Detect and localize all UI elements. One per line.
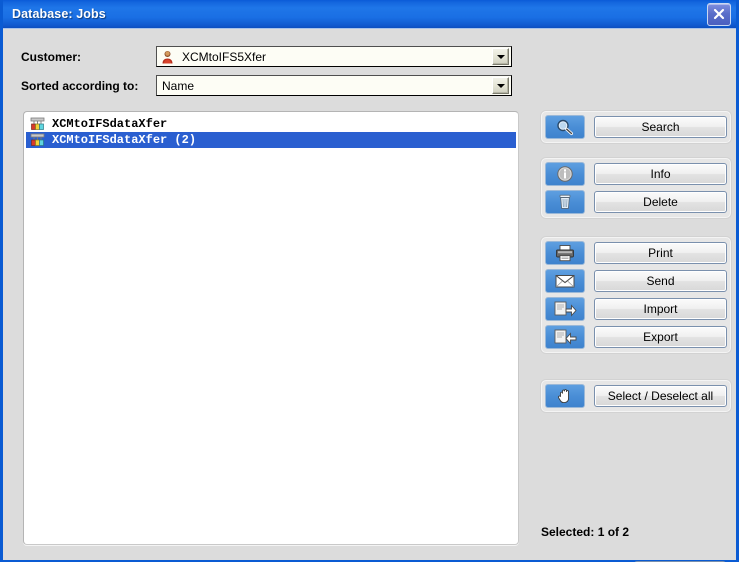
send-button[interactable]: Send <box>594 270 727 292</box>
title-bar: Database: Jobs <box>3 0 736 28</box>
customer-chevron-down-icon[interactable] <box>492 48 509 65</box>
close-glyph <box>713 8 725 20</box>
list-item-label: XCMtoIFSdataXfer <box>52 117 168 131</box>
job-icon <box>30 117 45 130</box>
sort-combobox[interactable]: Name <box>156 75 512 96</box>
export-row: Export <box>545 325 727 349</box>
list-item-label: XCMtoIFSdataXfer (2) <box>52 133 197 147</box>
transfer-group: Print Send Import Export <box>541 237 731 353</box>
jobs-listbox[interactable]: XCMtoIFSdataXfer XCMtoIFSdataXfer (2) <box>23 111 519 545</box>
sorted-label: Sorted according to: <box>21 79 139 93</box>
search-group: Search <box>541 111 731 143</box>
trash-icon[interactable] <box>545 190 585 214</box>
dialog-body: Customer: XCMtoIFS5Xfer Sorted according… <box>3 28 736 562</box>
info-row: Info <box>545 162 727 186</box>
sort-value: Name <box>162 78 195 93</box>
printer-glyph <box>556 245 574 262</box>
customer-label: Customer: <box>21 50 82 64</box>
sorted-row: Sorted according to: <box>21 75 138 97</box>
list-item[interactable]: XCMtoIFSdataXfer (2) <box>26 132 516 148</box>
list-item[interactable]: XCMtoIFSdataXfer <box>26 116 516 132</box>
select-all-row: Select / Deselect all <box>545 384 727 408</box>
job-icon <box>30 133 45 146</box>
envelope-icon[interactable] <box>545 269 585 293</box>
selection-status: Selected: 1 of 2 <box>541 525 630 539</box>
import-row: Import <box>545 297 727 321</box>
info-button[interactable]: Info <box>594 163 727 185</box>
magnifier-icon[interactable] <box>545 115 585 139</box>
chevron-down-glyph <box>496 83 505 88</box>
print-button[interactable]: Print <box>594 242 727 264</box>
import-button[interactable]: Import <box>594 298 727 320</box>
delete-button[interactable]: Delete <box>594 191 727 213</box>
export-button[interactable]: Export <box>594 326 727 348</box>
import-arrow-glyph <box>554 301 577 317</box>
sort-chevron-down-icon[interactable] <box>492 77 509 94</box>
hand-glyph <box>557 389 569 404</box>
customer-value: XCMtoIFS5Xfer <box>182 49 267 64</box>
delete-row: Delete <box>545 190 727 214</box>
export-arrow-icon[interactable] <box>545 325 585 349</box>
customer-combobox[interactable]: XCMtoIFS5Xfer <box>156 46 512 67</box>
person-icon <box>162 50 173 63</box>
print-row: Print <box>545 241 727 265</box>
info-icon[interactable] <box>545 162 585 186</box>
hand-icon[interactable] <box>545 384 585 408</box>
record-group: Info Delete <box>541 158 731 218</box>
chevron-down-glyph <box>496 54 505 59</box>
search-row: Search <box>545 115 727 139</box>
close-icon[interactable] <box>707 3 731 26</box>
customer-row: Customer: <box>21 46 81 68</box>
info-glyph <box>557 166 573 182</box>
dialog-window: Database: Jobs Customer: XCMtoIFS5Xfer S… <box>0 0 739 562</box>
magnifier-glyph <box>557 119 573 135</box>
envelope-glyph <box>555 275 575 288</box>
export-arrow-glyph <box>554 329 577 345</box>
select-deselect-all-button[interactable]: Select / Deselect all <box>594 385 727 407</box>
window-title: Database: Jobs <box>12 7 106 21</box>
trash-glyph <box>559 194 571 209</box>
send-row: Send <box>545 269 727 293</box>
printer-icon[interactable] <box>545 241 585 265</box>
selection-group: Select / Deselect all <box>541 380 731 412</box>
import-arrow-icon[interactable] <box>545 297 585 321</box>
search-button[interactable]: Search <box>594 116 727 138</box>
